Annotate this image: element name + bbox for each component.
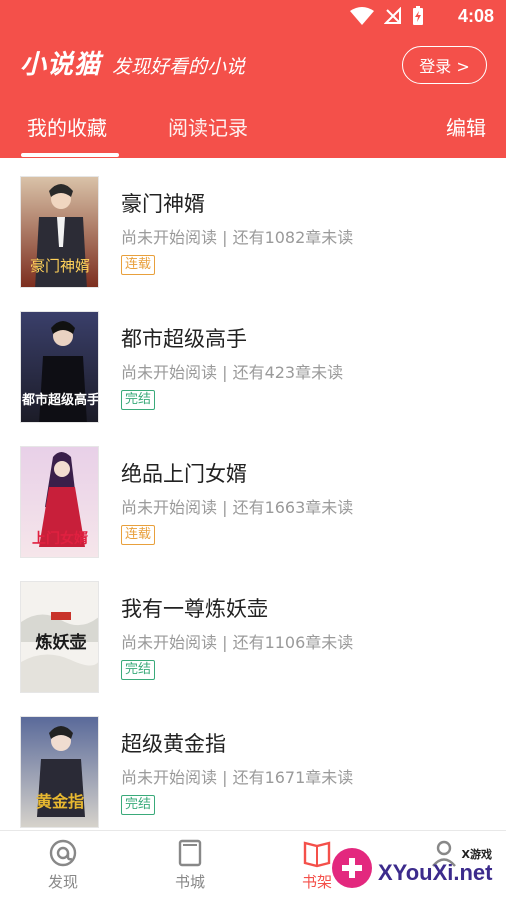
cover-image: 黄金指 (21, 717, 98, 827)
cover-image: 豪门神婿 (21, 177, 98, 287)
nav-discover[interactable]: 发现 (23, 837, 103, 892)
book-item[interactable]: 上门女婿 绝品上门女婿 尚未开始阅读 | 还有1663章未读 连载 (0, 428, 506, 563)
app-header: 4:08 小说猫 发现好看的小说 登录 > 我的收藏 阅读记录 编辑 (0, 0, 506, 158)
status-badge: 连载 (121, 525, 156, 545)
book-progress: 尚未开始阅读 | 还有1663章未读 (121, 498, 354, 517)
cover-title: 上门女婿 (32, 530, 89, 547)
wifi-icon (350, 7, 374, 25)
cover-title: 炼妖壶 (36, 632, 87, 653)
discover-icon (49, 839, 77, 867)
book-cover[interactable]: 都市超级高手 (20, 311, 99, 423)
bottom-nav: 发现 书城 书架 X游戏 XYouXi.net (0, 830, 506, 900)
cover-title: 豪门神婿 (30, 257, 90, 275)
book-cover[interactable]: 上门女婿 (20, 446, 99, 558)
no-signal-icon (384, 7, 401, 24)
status-badge: 完结 (121, 390, 156, 410)
nav-store-label: 书城 (174, 873, 205, 891)
battery-charging-icon (413, 6, 423, 25)
book-title: 绝品上门女婿 (121, 462, 247, 486)
status-time: 4:08 (457, 6, 494, 26)
status-bar: 4:08 (0, 0, 506, 34)
status-icons (350, 6, 424, 26)
edit-button[interactable]: 编辑 (446, 112, 486, 141)
nav-discover-label: 发现 (47, 873, 78, 891)
book-progress: 尚未开始阅读 | 还有1082章未读 (121, 228, 354, 247)
cover-image: 上门女婿 (21, 447, 98, 557)
cover-image: 炼妖壶 (21, 582, 98, 692)
book-cover[interactable]: 豪门神婿 (20, 176, 99, 288)
book-cover[interactable]: 黄金指 (20, 716, 99, 828)
gamepad-logo-icon (332, 848, 372, 888)
tab-history[interactable]: 阅读记录 (168, 112, 248, 141)
status-badge: 完结 (121, 660, 156, 680)
book-progress: 尚未开始阅读 | 还有1106章未读 (121, 633, 354, 652)
app-title: 小说猫 (20, 50, 102, 80)
book-progress: 尚未开始阅读 | 还有423章未读 (121, 363, 344, 382)
book-item[interactable]: 黄金指 超级黄金指 尚未开始阅读 | 还有1671章未读 完结 (0, 698, 506, 833)
tab-favorites[interactable]: 我的收藏 (27, 112, 107, 141)
site-watermark: X游戏 XYouXi.net (328, 842, 498, 892)
book-progress: 尚未开始阅读 | 还有1671章未读 (121, 768, 354, 787)
book-item[interactable]: 都市超级高手 都市超级高手 尚未开始阅读 | 还有423章未读 完结 (0, 293, 506, 428)
book-store-icon (178, 839, 202, 867)
status-badge: 连载 (121, 255, 156, 275)
book-title: 豪门神婿 (121, 192, 205, 216)
app-slogan: 发现好看的小说 (112, 56, 246, 78)
book-item[interactable]: 炼妖壶 我有一尊炼妖壶 尚未开始阅读 | 还有1106章未读 完结 (0, 563, 506, 698)
status-badge: 完结 (121, 795, 156, 815)
book-title: 都市超级高手 (121, 327, 247, 351)
login-button[interactable]: 登录 > (402, 46, 487, 84)
book-title: 超级黄金指 (121, 732, 226, 756)
cover-image: 都市超级高手 (21, 312, 99, 422)
nav-store[interactable]: 书城 (150, 837, 230, 892)
book-cover[interactable]: 炼妖壶 (20, 581, 99, 693)
book-title: 我有一尊炼妖壶 (121, 597, 268, 621)
book-item[interactable]: 豪门神婿 豪门神婿 尚未开始阅读 | 还有1082章未读 连载 (0, 158, 506, 293)
cover-title: 黄金指 (36, 792, 84, 811)
watermark-text: XYouXi.net (378, 860, 493, 885)
cover-title: 都市超级高手 (21, 392, 99, 408)
active-tab-indicator (21, 153, 119, 157)
